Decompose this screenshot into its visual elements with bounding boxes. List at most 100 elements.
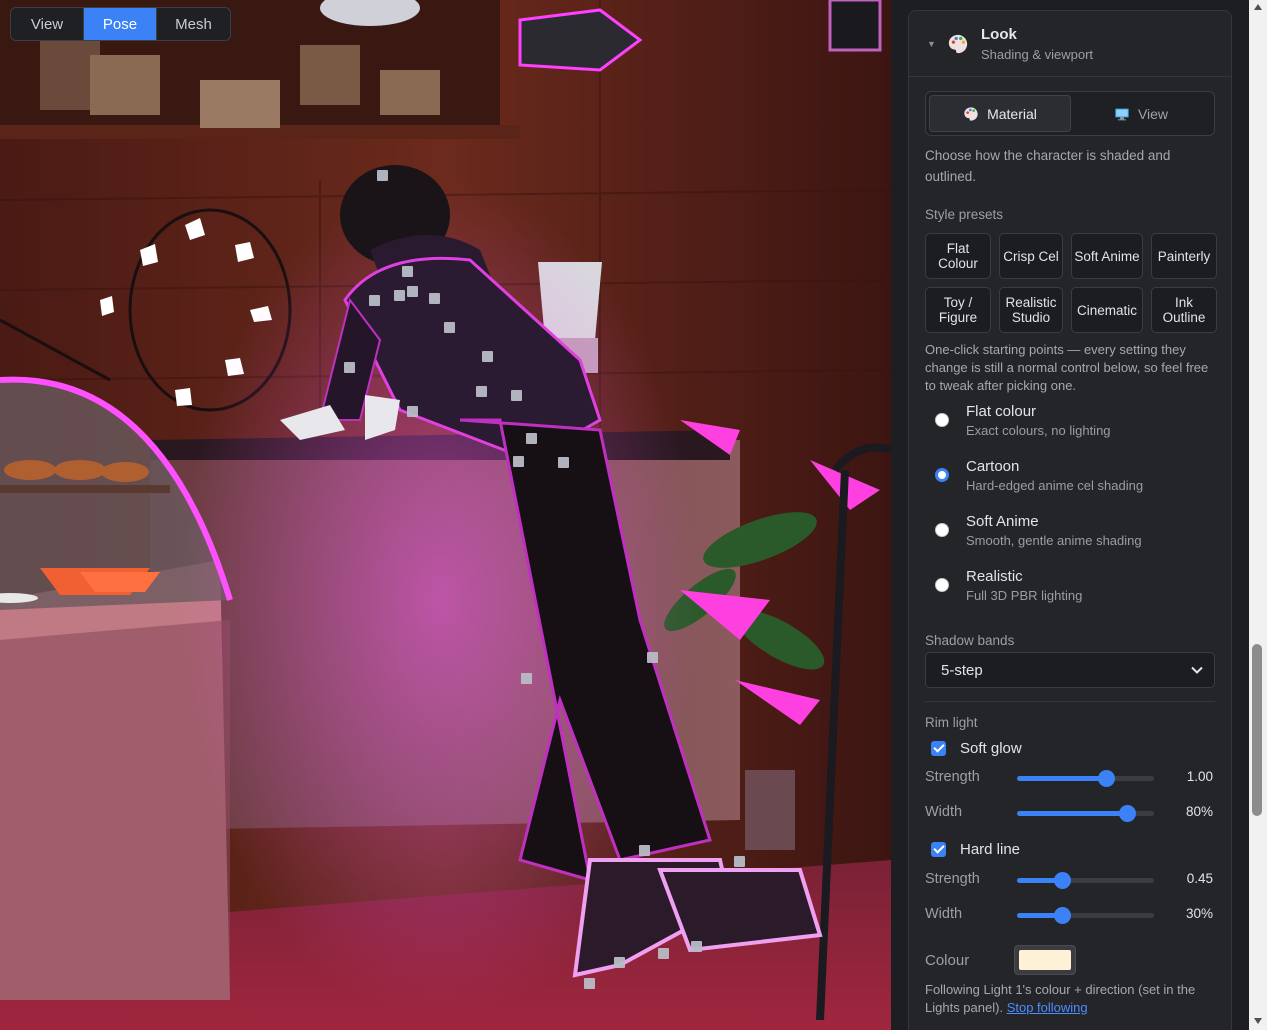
joint-handle[interactable] xyxy=(521,673,532,684)
hard-line-strength-row: Strength 0.45 xyxy=(925,869,1215,891)
stop-following-link[interactable]: Stop following xyxy=(1007,1000,1088,1015)
radio-flat-colour[interactable] xyxy=(935,413,949,427)
option-subtitle: Smooth, gentle anime shading xyxy=(966,533,1142,548)
joint-handle[interactable] xyxy=(344,362,355,373)
preset-soft-anime-button[interactable]: Soft Anime xyxy=(1071,233,1143,279)
joint-handle[interactable] xyxy=(476,386,487,397)
collapse-caret-icon[interactable]: ▼ xyxy=(927,39,947,49)
slider-thumb[interactable] xyxy=(1054,907,1072,924)
scroll-down-icon[interactable] xyxy=(1254,1018,1262,1024)
option-subtitle: Full 3D PBR lighting xyxy=(966,588,1083,603)
slider-thumb[interactable] xyxy=(1098,770,1116,787)
scrollbar-thumb[interactable] xyxy=(1252,644,1262,816)
radio-soft-anime[interactable] xyxy=(935,523,949,537)
hard-line-checkbox[interactable] xyxy=(931,842,946,857)
shading-option-flat-colour[interactable]: Flat colour Exact colours, no lighting xyxy=(935,403,1205,447)
option-title: Flat colour xyxy=(966,403,1037,420)
tab-view[interactable]: View xyxy=(1071,95,1211,132)
section-subtitle: Shading & viewport xyxy=(981,46,1094,62)
slider-label: Strength xyxy=(925,871,980,887)
joint-handle[interactable] xyxy=(691,941,702,952)
soft-glow-strength-slider[interactable] xyxy=(1017,770,1154,787)
look-section: ▼ Look Shading & viewport Material View … xyxy=(908,10,1232,1030)
option-subtitle: Exact colours, no lighting xyxy=(966,423,1111,438)
tab-view-mode[interactable]: View xyxy=(11,8,84,40)
joint-handle[interactable] xyxy=(377,170,388,181)
rim-colour-swatch[interactable] xyxy=(1014,945,1076,975)
hard-line-toggle[interactable]: Hard line xyxy=(931,841,1020,858)
soft-glow-width-slider[interactable] xyxy=(1017,805,1154,822)
joint-handle[interactable] xyxy=(402,266,413,277)
preset-crisp-cel-button[interactable]: Crisp Cel xyxy=(999,233,1063,279)
joint-handle[interactable] xyxy=(429,293,440,304)
preset-toy-figure-button[interactable]: Toy / Figure xyxy=(925,287,991,333)
tab-material-label: Material xyxy=(987,105,1037,122)
joint-handle[interactable] xyxy=(734,856,745,867)
slider-label: Strength xyxy=(925,769,980,785)
joint-handle[interactable] xyxy=(526,433,537,444)
joint-handle[interactable] xyxy=(407,286,418,297)
joint-handle[interactable] xyxy=(394,290,405,301)
look-section-header[interactable]: ▼ Look Shading & viewport xyxy=(909,11,1231,77)
joint-handle[interactable] xyxy=(369,295,380,306)
hard-line-strength-slider[interactable] xyxy=(1017,872,1154,889)
side-panel: ▼ Look Shading & viewport Material View … xyxy=(891,0,1249,1030)
joint-handle[interactable] xyxy=(558,457,569,468)
slider-value: 1.00 xyxy=(1186,769,1213,784)
divider xyxy=(925,701,1215,702)
joint-handle[interactable] xyxy=(614,957,625,968)
panel-scrollbar[interactable] xyxy=(1249,0,1267,1030)
soft-glow-width-row: Width 80% xyxy=(925,802,1215,824)
tab-material[interactable]: Material xyxy=(929,95,1071,132)
joint-handle[interactable] xyxy=(513,456,524,467)
section-title: Look xyxy=(981,25,1017,43)
joint-handle[interactable] xyxy=(482,351,493,362)
section-description: Choose how the character is shaded and o… xyxy=(925,148,1171,184)
soft-glow-toggle[interactable]: Soft glow xyxy=(931,740,1022,757)
slider-thumb[interactable] xyxy=(1118,805,1136,822)
preset-painterly-button[interactable]: Painterly xyxy=(1151,233,1217,279)
3d-viewport[interactable]: View Pose Mesh xyxy=(0,0,891,1030)
app-root: View Pose Mesh ▼ Look Shading & viewport xyxy=(0,0,1267,1030)
hard-line-label: Hard line xyxy=(960,841,1021,858)
rim-light-label: Rim light xyxy=(925,715,978,730)
style-presets-grid: Flat Colour Crisp Cel Soft Anime Painter… xyxy=(925,233,1217,333)
shading-option-realistic[interactable]: Realistic Full 3D PBR lighting xyxy=(935,568,1205,612)
radio-cartoon[interactable] xyxy=(935,468,949,482)
chevron-down-icon xyxy=(1191,666,1203,674)
preset-realistic-studio-button[interactable]: Realistic Studio xyxy=(999,287,1063,333)
joint-handle[interactable] xyxy=(639,845,650,856)
shadow-bands-select[interactable]: 5-step xyxy=(925,652,1215,688)
preset-ink-outline-button[interactable]: Ink Outline xyxy=(1151,287,1217,333)
soft-glow-label: Soft glow xyxy=(960,740,1022,757)
slider-thumb[interactable] xyxy=(1054,872,1072,889)
joint-handle[interactable] xyxy=(444,322,455,333)
rim-colour-label: Colour xyxy=(925,952,970,969)
style-presets-label: Style presets xyxy=(925,207,1004,222)
joint-handle[interactable] xyxy=(584,978,595,989)
soft-glow-checkbox[interactable] xyxy=(931,741,946,756)
preset-cinematic-button[interactable]: Cinematic xyxy=(1071,287,1143,333)
option-subtitle: Hard-edged anime cel shading xyxy=(966,478,1144,493)
tab-pose-mode[interactable]: Pose xyxy=(84,8,157,40)
shading-option-soft-anime[interactable]: Soft Anime Smooth, gentle anime shading xyxy=(935,513,1205,557)
shading-option-cartoon[interactable]: Cartoon Hard-edged anime cel shading xyxy=(935,458,1205,502)
soft-glow-strength-row: Strength 1.00 xyxy=(925,767,1215,789)
joint-handle[interactable] xyxy=(647,652,658,663)
palette-icon xyxy=(948,34,968,53)
hard-line-width-slider[interactable] xyxy=(1017,907,1154,924)
joint-handle[interactable] xyxy=(658,948,669,959)
joint-handle[interactable] xyxy=(407,406,418,417)
option-title: Soft Anime xyxy=(966,513,1039,530)
shadow-bands-label: Shadow bands xyxy=(925,633,1015,648)
slider-fill xyxy=(1017,811,1127,816)
radio-realistic[interactable] xyxy=(935,578,949,592)
scroll-up-icon[interactable] xyxy=(1254,4,1262,10)
slider-label: Width xyxy=(925,804,963,820)
tab-mesh-mode[interactable]: Mesh xyxy=(157,8,230,40)
monitor-icon xyxy=(1115,108,1129,120)
option-title: Realistic xyxy=(966,568,1023,585)
shadow-bands-value: 5-step xyxy=(941,661,983,679)
joint-handle[interactable] xyxy=(511,390,522,401)
preset-flat-colour-button[interactable]: Flat Colour xyxy=(925,233,991,279)
